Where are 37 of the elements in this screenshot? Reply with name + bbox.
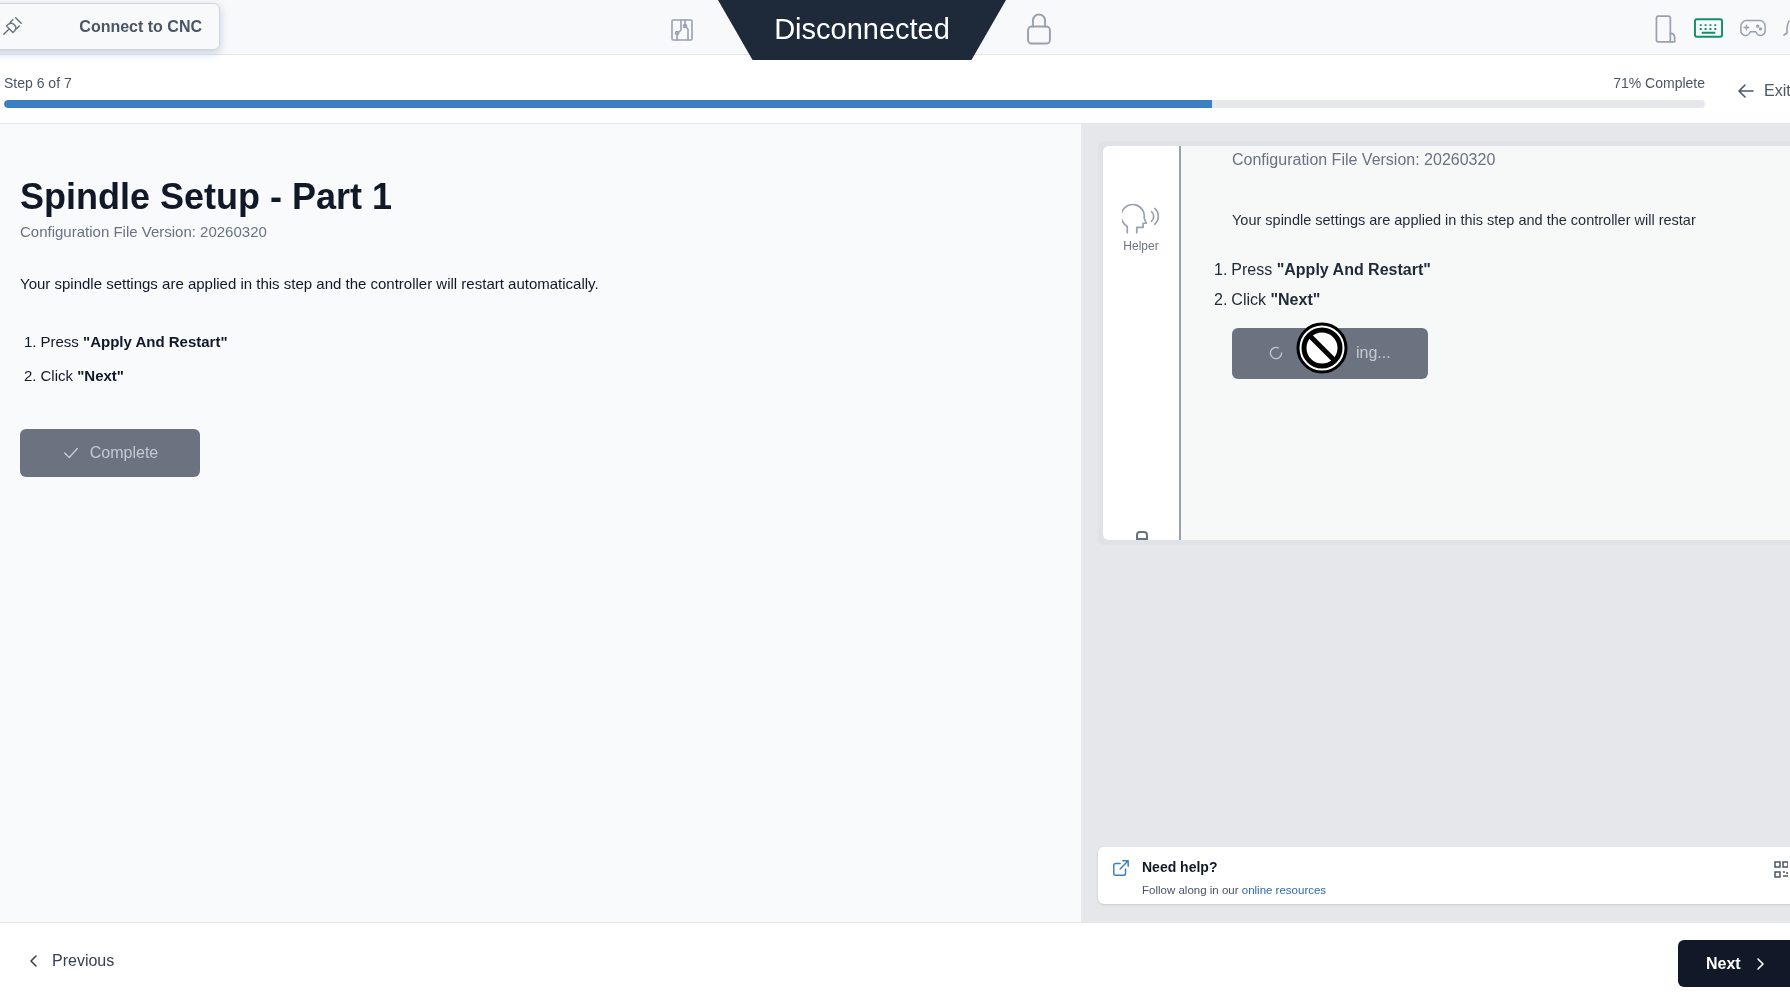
helper-tab-label[interactable]: Helper [1123,237,1159,255]
description: Your spindle settings are applied in this step and the controller will restart automatically. [20,273,600,294]
chevron-right-icon [1754,956,1765,971]
percent-complete: 71% Complete [1613,74,1705,93]
instruction-text: Press "Apply And Restart" [40,332,228,352]
config-version: Configuration File Version: 20260320 [20,222,268,242]
chevron-left-icon [28,954,40,968]
gamepad-icon[interactable] [1739,17,1767,39]
step-number: 1. [1214,259,1228,280]
exit-button[interactable]: Exit [1736,79,1790,103]
help-text: Follow along in our online resources [1142,883,1327,898]
spinner-icon [1268,345,1284,362]
description: Your spindle settings are applied in this step and the controller will restar [1232,211,1697,230]
step-number: 1. [24,332,37,352]
next-button[interactable]: Next [1678,940,1790,987]
previous-button[interactable]: Previous [28,949,115,973]
qr-code-icon[interactable] [1774,861,1788,879]
external-link-icon [1112,859,1130,877]
scroll-handle[interactable] [1136,531,1148,540]
arrow-left-icon [1736,81,1756,101]
config-version: Configuration File Version: 20260320 [1232,150,1497,170]
help-title: Need help? [1142,858,1219,877]
instruction-text: Click "Next" [40,365,124,386]
online-resources-link[interactable]: online resources [1241,884,1327,896]
connect-button[interactable]: Connect to CNC [0,3,220,50]
status-banner: Disconnected [718,0,1006,60]
step-number: 2. [1214,289,1228,310]
step-counter: Step 6 of 7 [4,74,72,93]
circuit-icon[interactable] [670,18,694,42]
instruction-text: Click "Next" [1231,289,1321,310]
plug-icon [1,16,23,38]
speaking-head-icon [1122,203,1160,235]
lock-icon[interactable] [1024,12,1054,46]
instruction-text: Press "Apply And Restart" [1231,259,1431,280]
keyboard-icon[interactable] [1694,17,1723,39]
page-title: Spindle Setup - Part 1 [20,175,394,219]
step-number: 2. [24,365,37,386]
